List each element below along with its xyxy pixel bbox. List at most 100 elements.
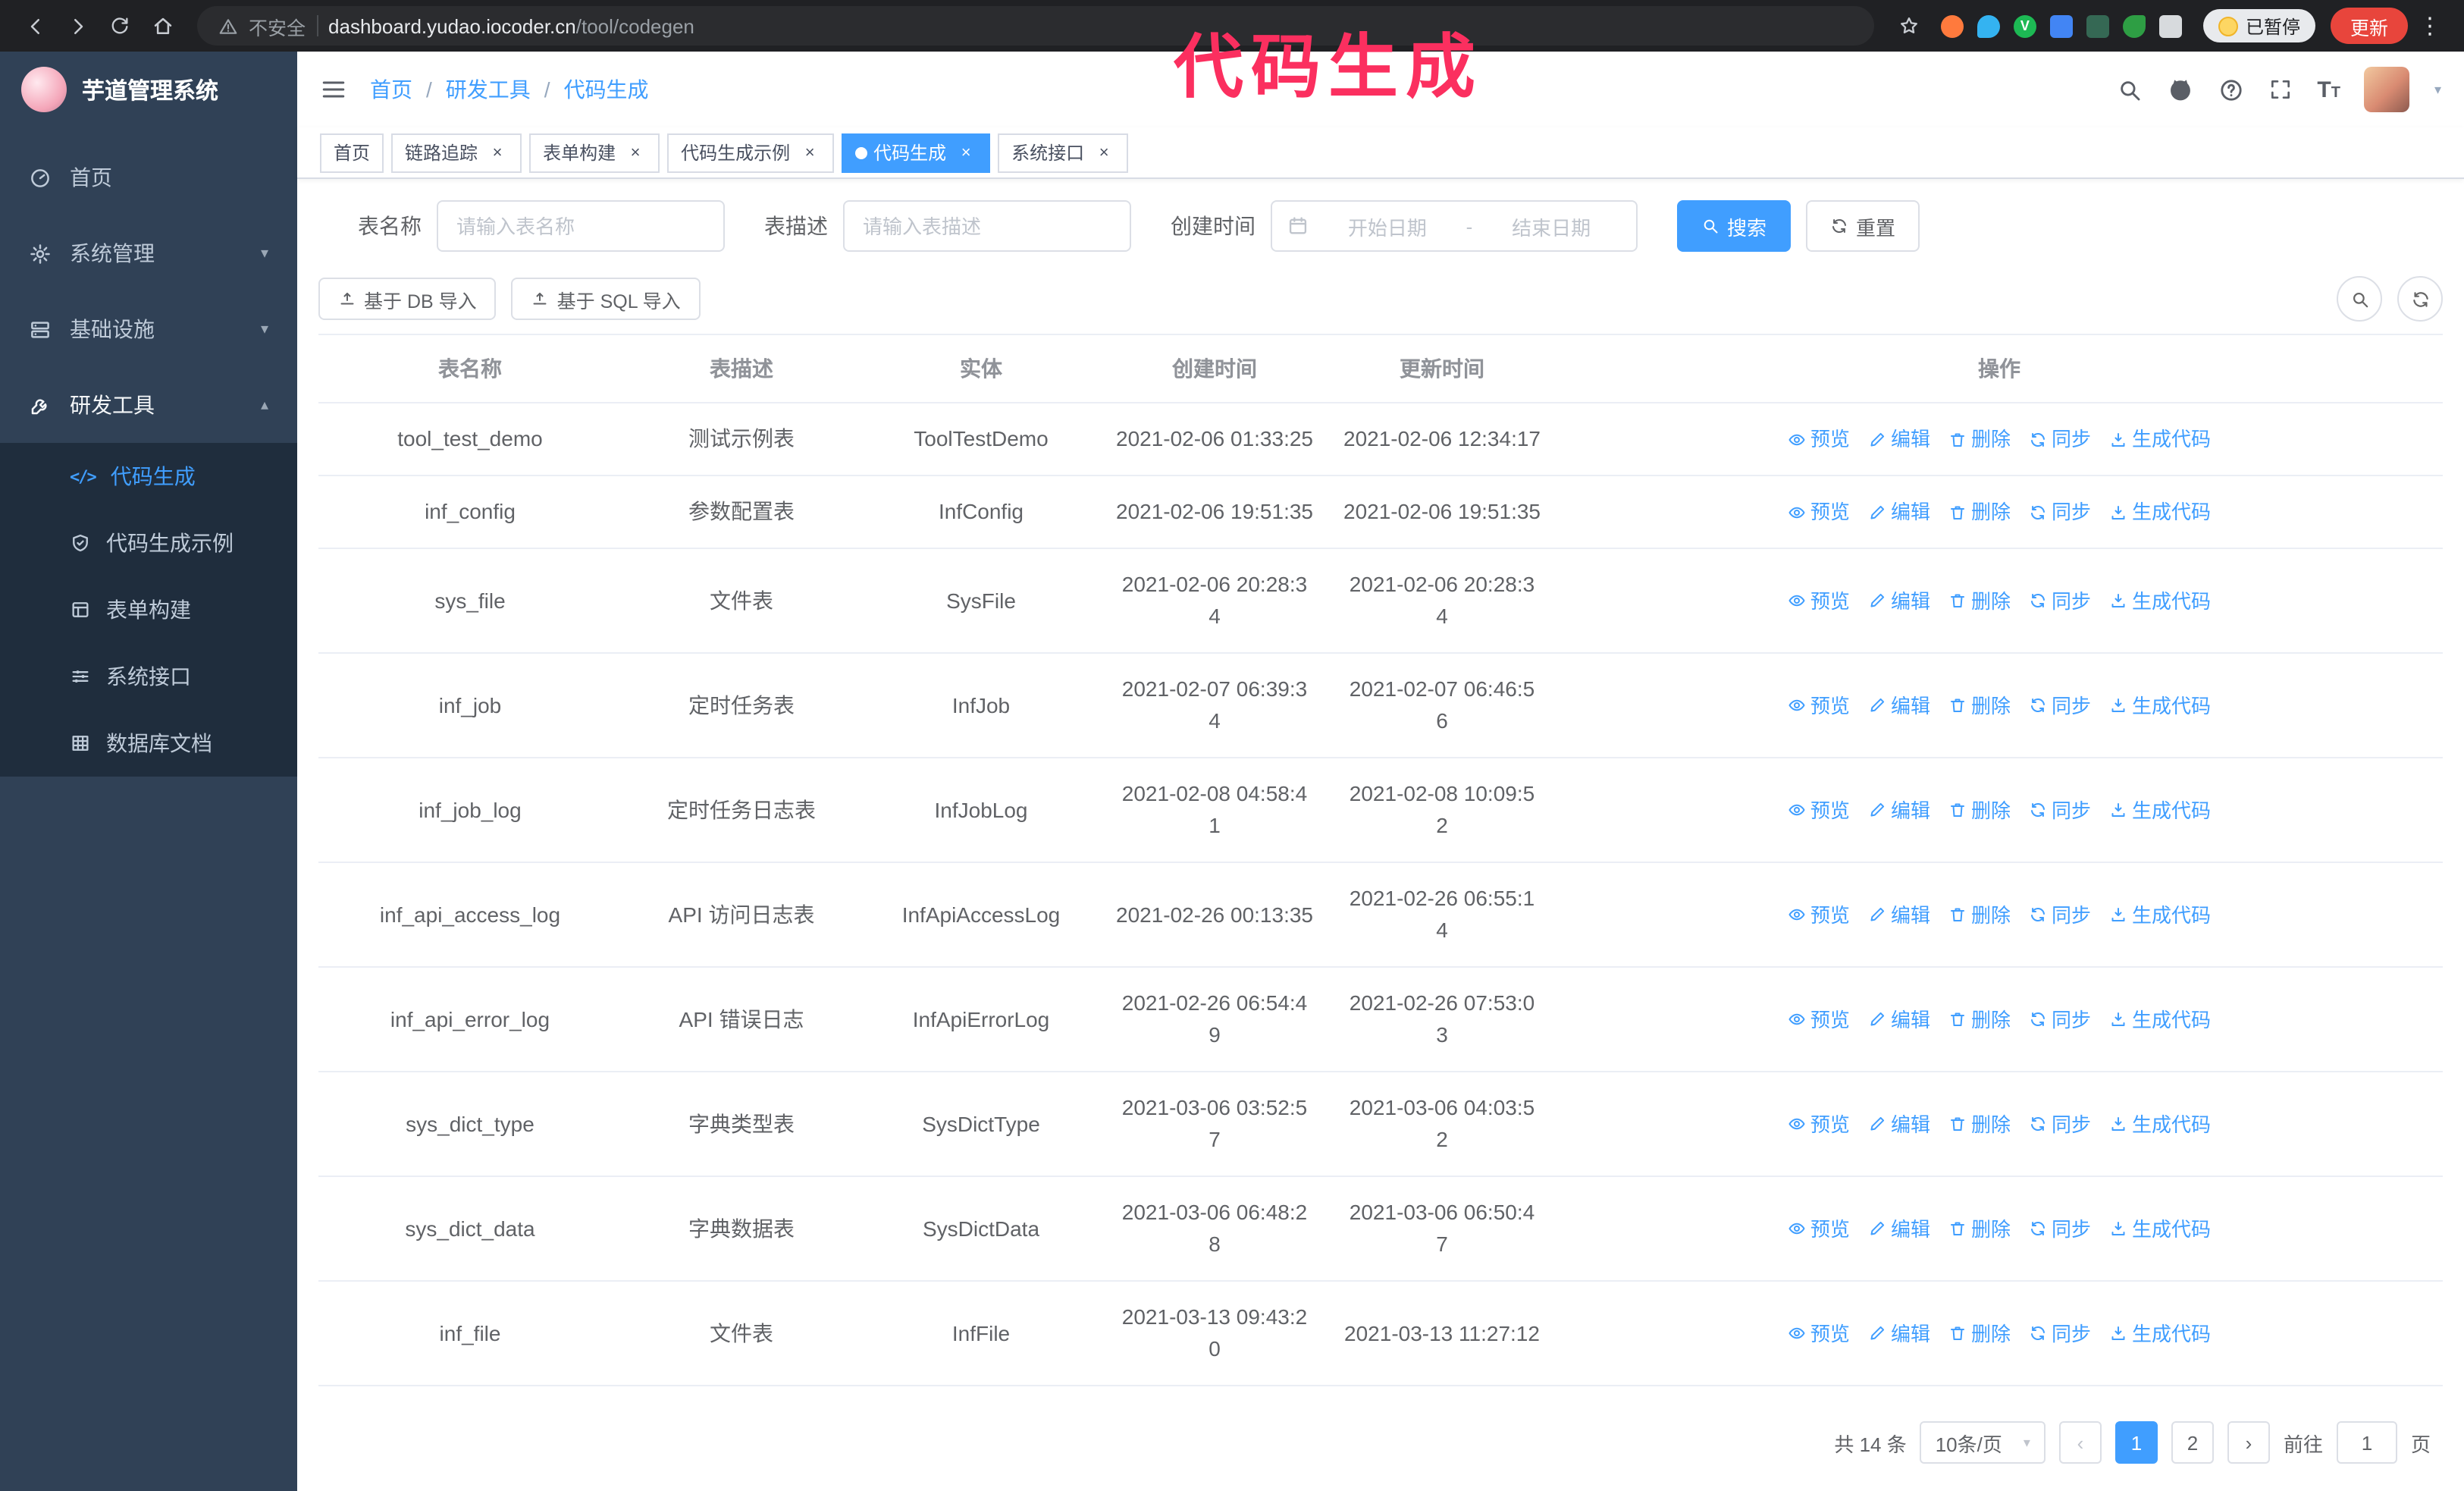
sidebar-item-codegen-example[interactable]: 代码生成示例 [0,510,297,576]
puzzle-extensions-icon[interactable] [2158,14,2182,37]
edit-link[interactable]: 编辑 [1868,689,1930,721]
breadcrumb-dev-tools[interactable]: 研发工具 [446,74,531,105]
refresh-table-button[interactable] [2397,276,2443,322]
generate-code-link[interactable]: 生成代码 [2109,496,2211,528]
preview-link[interactable]: 预览 [1788,1003,1850,1035]
browser-extension-icon[interactable] [2049,14,2073,37]
avatar-caret-down-icon[interactable]: ▾ [2434,81,2441,98]
breadcrumb-home[interactable]: 首页 [370,74,412,105]
paused-badge[interactable]: 已暂停 [2202,9,2315,42]
preview-link[interactable]: 预览 [1788,689,1850,721]
preview-link[interactable]: 预览 [1788,585,1850,617]
preview-link[interactable]: 预览 [1788,1213,1850,1245]
address-bar[interactable]: 不安全 dashboard.yudao.iocoder.cn/tool/code… [197,6,1874,46]
edit-link[interactable]: 编辑 [1868,1108,1930,1140]
delete-link[interactable]: 删除 [1948,496,2011,528]
browser-menu-icon[interactable]: ⋮ [2411,12,2449,39]
sync-link[interactable]: 同步 [2029,1213,2091,1245]
import-sql-button[interactable]: 基于 SQL 导入 [511,278,701,320]
sync-link[interactable]: 同步 [2029,496,2091,528]
sync-link[interactable]: 同步 [2029,899,2091,931]
delete-link[interactable]: 删除 [1948,794,2011,826]
header-search-button[interactable] [2117,77,2143,102]
prev-page-button[interactable]: ‹ [2058,1421,2102,1464]
sync-link[interactable]: 同步 [2029,1003,2091,1035]
delete-link[interactable]: 删除 [1948,1317,2011,1349]
close-icon[interactable]: × [955,142,977,163]
browser-update-button[interactable]: 更新 [2330,8,2408,44]
close-icon[interactable]: × [625,142,646,163]
edit-link[interactable]: 编辑 [1868,1213,1930,1245]
browser-extension-icon[interactable] [1977,14,2000,37]
sync-link[interactable]: 同步 [2029,423,2091,455]
browser-reload-button[interactable] [100,6,140,46]
preview-link[interactable]: 预览 [1788,1317,1850,1349]
preview-link[interactable]: 预览 [1788,496,1850,528]
edit-link[interactable]: 编辑 [1868,899,1930,931]
app-logo[interactable]: 芋道管理系统 [0,52,297,127]
sidebar-toggle-button[interactable] [320,76,347,103]
delete-link[interactable]: 删除 [1948,1003,2011,1035]
sidebar-item-form-builder[interactable]: 表单构建 [0,576,297,643]
edit-link[interactable]: 编辑 [1868,1317,1930,1349]
delete-link[interactable]: 删除 [1948,423,2011,455]
edit-link[interactable]: 编辑 [1868,496,1930,528]
end-date-placeholder[interactable]: 结束日期 [1481,212,1621,240]
sync-link[interactable]: 同步 [2029,1108,2091,1140]
toggle-search-button[interactable] [2337,276,2382,322]
page-button-1[interactable]: 1 [2114,1421,2158,1464]
date-range-picker[interactable]: 开始日期 - 结束日期 [1271,200,1638,252]
import-db-button[interactable]: 基于 DB 导入 [318,278,497,320]
tab-form-builder[interactable]: 表单构建 × [529,133,660,172]
fullscreen-button[interactable] [2268,77,2293,102]
delete-link[interactable]: 删除 [1948,1213,2011,1245]
preview-link[interactable]: 预览 [1788,899,1850,931]
edit-link[interactable]: 编辑 [1868,423,1930,455]
preview-link[interactable]: 预览 [1788,1108,1850,1140]
generate-code-link[interactable]: 生成代码 [2109,689,2211,721]
sidebar-item-system-api[interactable]: 系统接口 [0,643,297,710]
browser-extension-icon[interactable] [1940,14,1964,37]
github-link[interactable] [2167,76,2194,103]
generate-code-link[interactable]: 生成代码 [2109,1003,2211,1035]
delete-link[interactable]: 删除 [1948,1108,2011,1140]
tab-code-generation[interactable]: 代码生成 × [842,133,991,172]
generate-code-link[interactable]: 生成代码 [2109,1108,2211,1140]
edit-link[interactable]: 编辑 [1868,1003,1930,1035]
search-button[interactable]: 搜索 [1677,200,1792,252]
page-size-select[interactable]: 10条/页 ▾ [1920,1421,2045,1464]
user-avatar[interactable] [2364,67,2410,112]
generate-code-link[interactable]: 生成代码 [2109,899,2211,931]
browser-home-button[interactable] [143,6,182,46]
delete-link[interactable]: 删除 [1948,689,2011,721]
sidebar-item-dev-tools[interactable]: 研发工具 ▴ [0,367,297,443]
tab-codegen-example[interactable]: 代码生成示例 × [667,133,835,172]
bookmark-star-button[interactable] [1889,6,1929,46]
generate-code-link[interactable]: 生成代码 [2109,794,2211,826]
sync-link[interactable]: 同步 [2029,794,2091,826]
generate-code-link[interactable]: 生成代码 [2109,585,2211,617]
close-icon[interactable]: × [1093,142,1114,163]
edit-link[interactable]: 编辑 [1868,585,1930,617]
goto-page-input[interactable] [2336,1421,2397,1464]
browser-forward-button[interactable] [58,6,97,46]
sidebar-item-database-docs[interactable]: 数据库文档 [0,710,297,777]
table-name-input[interactable] [437,200,725,252]
table-desc-input[interactable] [843,200,1131,252]
next-page-button[interactable]: › [2227,1421,2270,1464]
close-icon[interactable]: × [799,142,820,163]
browser-extension-icon[interactable] [2122,14,2146,37]
sidebar-item-code-generation[interactable]: </> 代码生成 [0,443,297,510]
tab-tracing[interactable]: 链路追踪 × [391,133,522,172]
browser-back-button[interactable] [15,6,55,46]
sync-link[interactable]: 同步 [2029,689,2091,721]
help-button[interactable] [2218,77,2244,102]
preview-link[interactable]: 预览 [1788,794,1850,826]
sync-link[interactable]: 同步 [2029,585,2091,617]
sidebar-item-system-management[interactable]: 系统管理 ▾ [0,215,297,291]
generate-code-link[interactable]: 生成代码 [2109,1213,2211,1245]
browser-extension-icon[interactable]: V [2013,14,2036,37]
generate-code-link[interactable]: 生成代码 [2109,1317,2211,1349]
delete-link[interactable]: 删除 [1948,585,2011,617]
sidebar-item-home[interactable]: 首页 [0,140,297,215]
